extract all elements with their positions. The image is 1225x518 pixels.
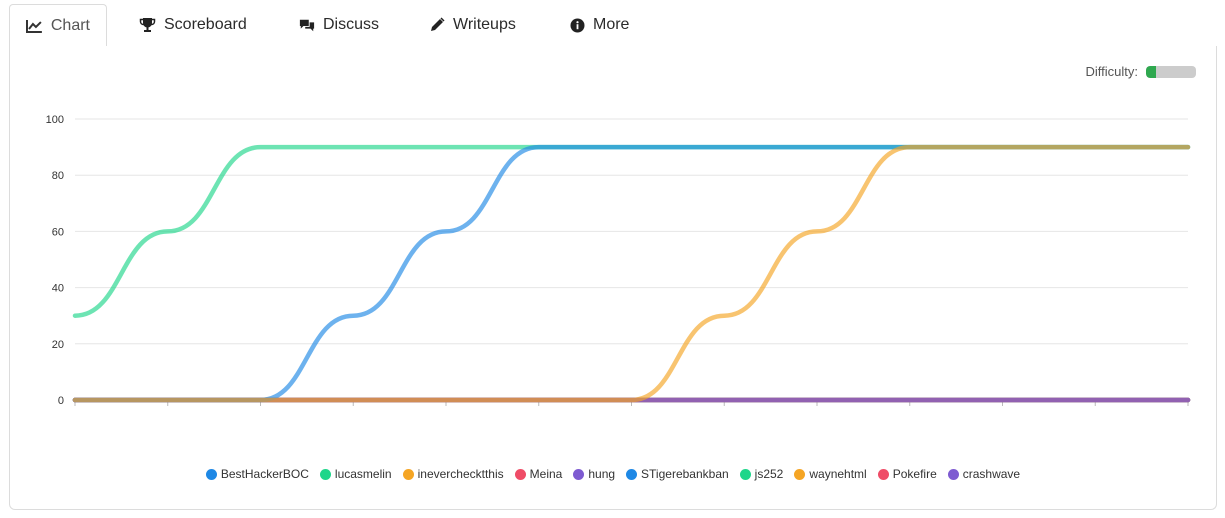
legend-item[interactable]: STigerebankban [626,467,729,481]
legend-label: Meina [529,467,563,481]
tab-chart[interactable]: Chart [9,4,107,47]
chart-legend: BestHackerBOC lucasmelin ineverchecktthis M… [10,467,1216,481]
legend-item[interactable]: Pokefire [877,467,937,481]
tab-more[interactable]: More [554,4,654,46]
legend-marker [319,468,331,480]
pencil-icon [431,17,445,31]
trophy-icon [139,18,156,32]
tab-label: Chart [50,16,90,34]
legend-label: ineverchecktthis [417,467,504,481]
legend-item[interactable]: crashwave [947,467,1021,481]
chart-panel: Difficulty: 0 20 40 60 80 100 BestHackerBOC lu… [9,46,1217,510]
y-tick-label: 0 [58,395,64,407]
y-tick-label: 40 [52,283,64,295]
y-tick-label: 80 [52,170,64,182]
y-tick-label: 60 [52,226,64,238]
legend-label: crashwave [962,467,1021,481]
y-tick-label: 100 [46,114,64,126]
tab-label: Writeups [453,16,516,33]
legend-item[interactable]: ineverchecktthis [402,467,504,481]
tab-bar: Chart Scoreboard Discuss Writeups More [9,0,1217,47]
legend-marker [877,468,889,480]
tab-scoreboard[interactable]: Scoreboard [123,4,263,46]
line-chart: 0 20 40 60 80 100 [46,114,1191,407]
tab-label: Discuss [322,16,379,33]
legend-marker [514,468,526,480]
tab-writeups[interactable]: Writeups [413,4,543,46]
legend-label: BestHackerBOC [220,467,309,481]
tab-discuss[interactable]: Discuss [283,4,395,46]
legend-label: hung [588,467,616,481]
legend-item[interactable]: hung [573,467,615,481]
y-tick-label: 20 [52,339,64,351]
legend-marker [573,468,585,480]
line-chart-icon [26,19,42,33]
series-line-STigerebankban [72,144,1191,403]
tab-label: Scoreboard [164,16,247,33]
legend-marker [794,468,806,480]
legend-item[interactable]: js252 [739,467,784,481]
legend-item[interactable]: BestHackerBOC [205,467,309,481]
legend-label: waynehtml [809,467,867,481]
legend-item[interactable]: Meina [514,467,563,481]
info-circle-icon [570,18,585,32]
series-line-waynehtml [72,144,1191,403]
legend-item[interactable]: waynehtml [794,467,867,481]
legend-marker [205,468,217,480]
legend-marker [947,468,959,480]
tab-label: More [593,16,630,33]
legend-label: js252 [754,467,784,481]
legend-marker [626,468,638,480]
legend-label: lucasmelin [334,467,392,481]
legend-label: Pokefire [892,467,937,481]
legend-item[interactable]: lucasmelin [319,467,392,481]
legend-marker [739,468,751,480]
legend-marker [402,468,414,480]
comments-icon [299,19,315,31]
legend-label: STigerebankban [641,467,729,481]
